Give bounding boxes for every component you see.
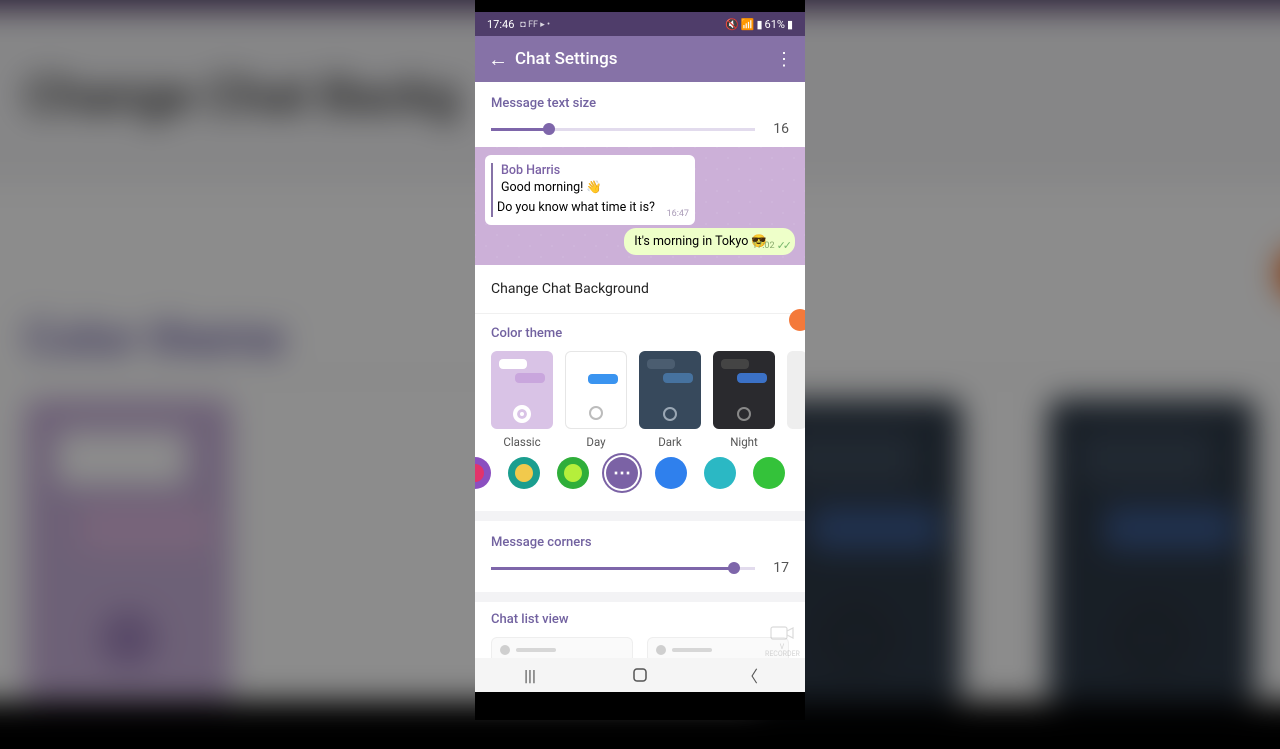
- text-size-slider[interactable]: [491, 128, 755, 131]
- color-theme-label: Color theme: [491, 326, 805, 341]
- chat-list-view-section: Chat list view: [475, 602, 805, 663]
- signal-icon: ▮: [756, 18, 762, 31]
- change-background-button[interactable]: Change Chat Background: [475, 265, 805, 314]
- outgoing-time: 17:02: [752, 241, 774, 251]
- read-ticks-icon: ✓✓: [777, 239, 789, 252]
- status-indicators: ◘ FF ▸ •: [520, 19, 550, 30]
- appbar-title: Chat Settings: [515, 49, 769, 69]
- mute-icon: 🔇: [725, 18, 739, 31]
- question-text: Do you know what time it is?: [497, 200, 685, 217]
- color-swatch[interactable]: [655, 457, 687, 489]
- back-nav-button[interactable]: 〈: [740, 665, 760, 685]
- color-swatch[interactable]: [704, 457, 736, 489]
- color-swatch[interactable]: [557, 457, 589, 489]
- battery-icon: ▮: [787, 18, 793, 31]
- greeting-text: Good morning! 👋: [501, 180, 685, 197]
- recents-button[interactable]: |||: [520, 665, 540, 685]
- incoming-bubble: Bob Harris Good morning! 👋 Do you know w…: [485, 155, 695, 225]
- color-theme-section: Color theme ClassicDayDarkNight: [475, 314, 805, 511]
- recorder-watermark: V RECORDER: [765, 624, 799, 654]
- wifi-icon: 📶: [741, 18, 755, 31]
- outgoing-bubble: It's morning in Tokyo 😎 17:02 ✓✓: [624, 228, 795, 255]
- incoming-time: 16:47: [667, 208, 689, 220]
- list-view-label: Chat list view: [491, 612, 789, 627]
- phone-frame: 17:46 ◘ FF ▸ • 🔇 📶 ▮ 61% ▮ ← Chat Settin…: [475, 0, 805, 720]
- battery-text: 61%: [765, 18, 785, 31]
- status-time: 17:46: [487, 18, 514, 31]
- corners-slider[interactable]: [491, 567, 755, 570]
- color-swatch[interactable]: [475, 457, 491, 489]
- color-swatch[interactable]: [606, 457, 638, 489]
- corners-label: Message corners: [491, 535, 789, 550]
- chat-preview: Bob Harris Good morning! 👋 Do you know w…: [475, 147, 805, 265]
- text-size-section: Message text size 16: [475, 82, 805, 147]
- theme-option-dark[interactable]: Dark: [639, 351, 701, 449]
- back-button[interactable]: ←: [481, 47, 515, 72]
- theme-option-night[interactable]: Night: [713, 351, 775, 449]
- app-bar: ← Chat Settings ⋮: [475, 36, 805, 82]
- theme-option-classic[interactable]: Classic: [491, 351, 553, 449]
- android-nav-bar: ||| 〈: [475, 658, 805, 692]
- recorder-badge-icon: [789, 309, 805, 331]
- reply-text: It's morning in Tokyo 😎: [634, 234, 767, 249]
- home-button[interactable]: [630, 665, 650, 685]
- overflow-menu-button[interactable]: ⋮: [769, 49, 799, 70]
- status-bar: 17:46 ◘ FF ▸ • 🔇 📶 ▮ 61% ▮: [475, 12, 805, 36]
- text-size-value: 16: [767, 121, 789, 137]
- text-size-label: Message text size: [491, 96, 789, 111]
- color-swatch[interactable]: [753, 457, 785, 489]
- section-divider: [475, 511, 805, 521]
- section-divider: [475, 592, 805, 602]
- theme-option-day[interactable]: Day: [565, 351, 627, 449]
- message-corners-section: Message corners 17: [475, 521, 805, 592]
- corners-value: 17: [767, 560, 789, 576]
- color-swatch[interactable]: [508, 457, 540, 489]
- sender-name: Bob Harris: [501, 163, 685, 180]
